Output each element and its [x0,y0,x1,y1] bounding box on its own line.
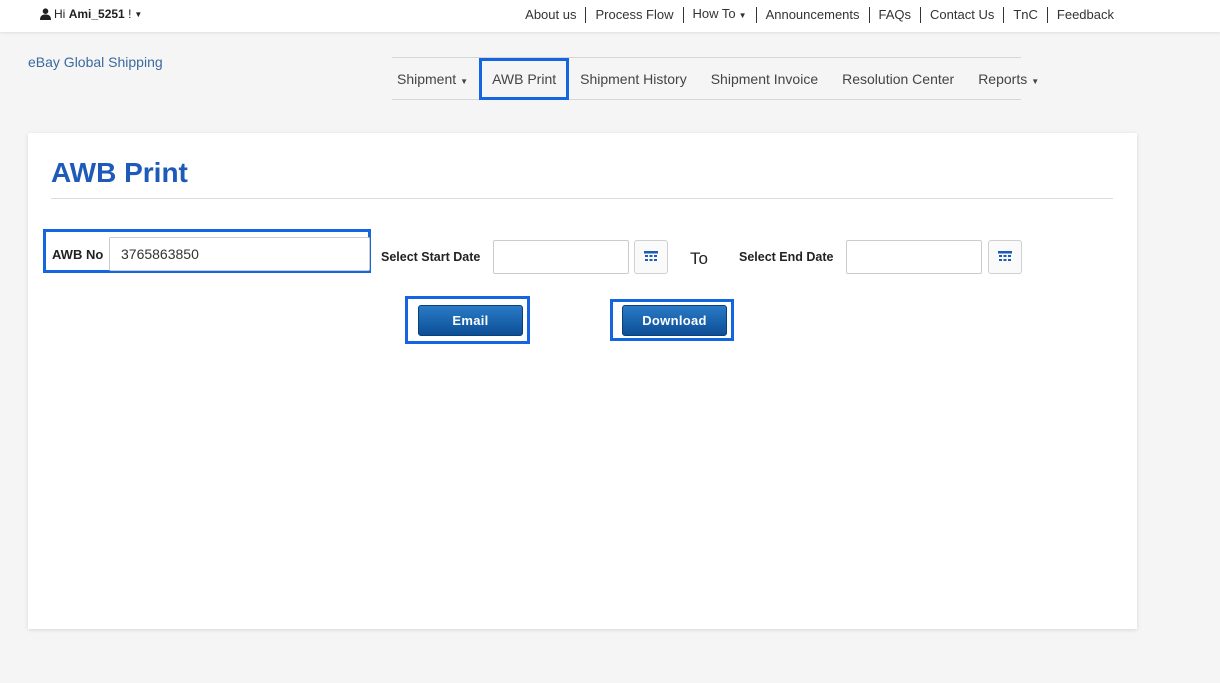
nav-reports-label: Reports [978,70,1028,87]
to-label: To [690,249,708,268]
greeting-suffix: ! [128,7,132,21]
chevron-down-icon: ▼ [738,11,747,20]
link-tnc[interactable]: TnC [1004,7,1047,23]
nav-shipment-invoice[interactable]: Shipment Invoice [699,71,830,87]
user-menu[interactable]: Hi Ami_5251 ! ▼ [40,7,142,21]
link-announcements[interactable]: Announcements [757,7,869,23]
end-date-input[interactable] [846,240,982,274]
link-process-flow[interactable]: Process Flow [586,7,682,23]
link-about-us[interactable]: About us [516,7,585,23]
greeting-text: Hi [54,7,66,21]
nav-resolution-center[interactable]: Resolution Center [830,71,966,87]
nav-awb-print[interactable]: AWB Print [479,57,570,100]
link-contact-us[interactable]: Contact Us [921,7,1003,23]
chevron-down-icon: ▼ [460,76,469,86]
awb-no-input[interactable] [109,237,370,271]
nav-shipment[interactable]: Shipment ▼ [392,71,480,87]
brand-link[interactable]: eBay Global Shipping [28,54,163,70]
start-date-label: Select Start Date [381,250,481,264]
download-button[interactable]: Download [622,305,727,336]
start-date-calendar-button[interactable] [634,240,668,274]
email-button[interactable]: Email [418,305,523,336]
chevron-down-icon: ▼ [134,9,143,19]
awb-no-label: AWB No [52,247,104,262]
page-title: AWB Print [51,157,188,188]
link-faqs[interactable]: FAQs [870,7,921,23]
nav-shipment-label: Shipment [397,70,457,87]
nav-reports[interactable]: Reports ▼ [966,71,1051,87]
username: Ami_5251 [68,7,125,21]
top-links: About us Process Flow How To ▼ Announceme… [516,6,1123,24]
main-nav: Shipment ▼ AWB Print Shipment History Shi… [392,57,1039,100]
title-divider [51,198,1113,199]
end-date-calendar-button[interactable] [988,240,1022,274]
start-date-input[interactable] [493,240,629,274]
calendar-icon [998,251,1012,261]
nav-shipment-history[interactable]: Shipment History [568,71,699,87]
awb-print-panel: AWB Print AWB No Select Start Date To Se… [28,133,1137,629]
top-bar: Hi Ami_5251 ! ▼ About us Process Flow Ho… [0,0,1220,32]
chevron-down-icon: ▼ [1031,76,1040,86]
end-date-label: Select End Date [739,250,834,264]
how-to-label: How To [692,6,736,21]
calendar-icon [644,251,658,261]
link-feedback[interactable]: Feedback [1048,7,1123,23]
user-icon [40,8,51,20]
link-how-to[interactable]: How To ▼ [684,6,756,24]
